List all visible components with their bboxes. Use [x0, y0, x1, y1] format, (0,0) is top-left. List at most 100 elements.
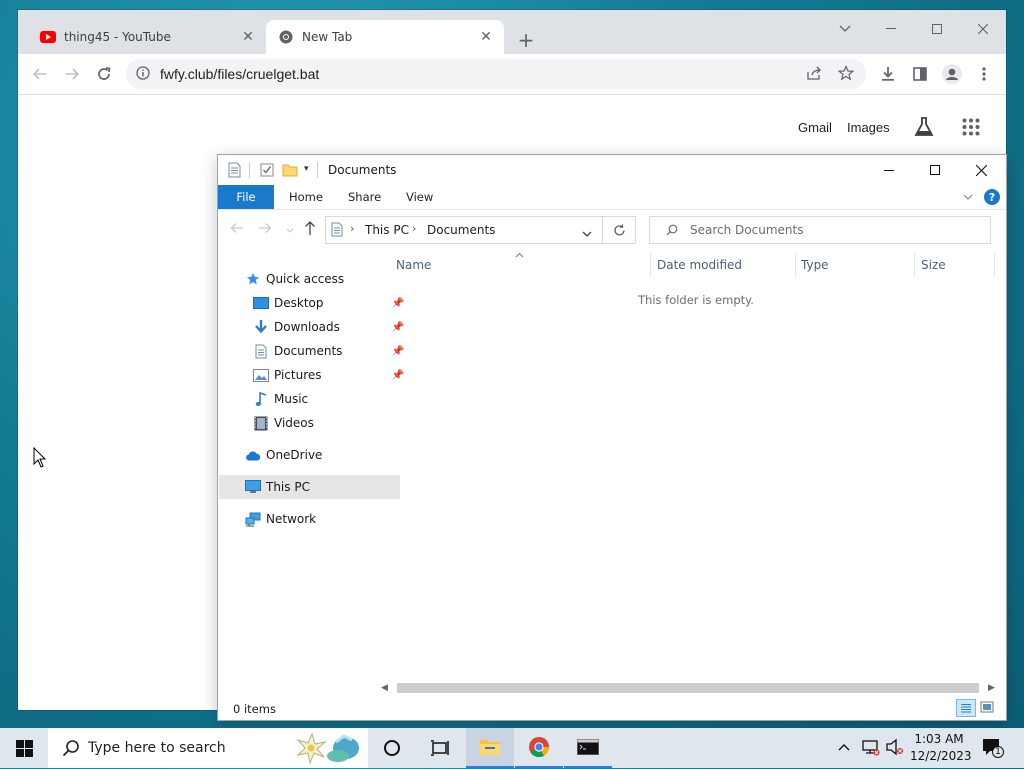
profile-avatar-icon[interactable] [938, 60, 966, 88]
close-window-button[interactable] [958, 155, 1004, 185]
help-icon[interactable]: ? [984, 189, 1000, 208]
ribbon-tab-view[interactable]: View [406, 185, 433, 209]
taskbar-chrome[interactable] [515, 728, 563, 768]
maximize-button[interactable] [912, 155, 958, 185]
back-arrow-icon[interactable] [230, 222, 244, 237]
quick-access-toolbar-dropdown-icon[interactable]: ▾ [304, 164, 309, 174]
tab-search-icon[interactable] [822, 14, 868, 44]
item-count: 0 items [233, 702, 276, 716]
documents-icon [252, 342, 270, 360]
column-header-type[interactable]: Type [801, 258, 829, 272]
content-pane [378, 249, 1006, 689]
status-bar: 0 items [218, 696, 1006, 720]
nav-onedrive[interactable]: OneDrive [219, 443, 400, 467]
new-tab-button[interactable]: + [512, 26, 540, 54]
volume-muted-icon[interactable] [886, 738, 904, 759]
up-arrow-icon[interactable] [304, 220, 316, 239]
refresh-icon [613, 224, 625, 235]
task-view-button[interactable] [416, 728, 464, 768]
column-divider[interactable] [994, 253, 995, 277]
column-divider[interactable] [795, 253, 796, 277]
ribbon-tab-share[interactable]: Share [348, 185, 381, 209]
task-view-icon [431, 740, 449, 756]
this-pc-small-icon [331, 222, 343, 240]
nav-this-pc[interactable]: This PC [219, 475, 400, 499]
start-button[interactable] [0, 728, 48, 768]
nav-network[interactable]: Network [219, 507, 400, 531]
search-icon [666, 224, 678, 239]
show-hidden-icons-chevron[interactable] [838, 740, 850, 754]
column-divider[interactable] [650, 253, 651, 277]
command-prompt-icon [577, 739, 599, 755]
large-icons-view-button[interactable] [980, 700, 994, 717]
taskbar-search-placeholder: Type here to search [88, 740, 226, 756]
apps-grid-icon[interactable] [962, 118, 980, 139]
menu-kebab-icon[interactable] [970, 60, 998, 88]
videos-film-icon [252, 414, 270, 432]
refresh-button[interactable] [603, 216, 636, 244]
recent-locations-chevron-icon[interactable] [286, 223, 294, 237]
notification-count-badge: 1 [995, 747, 1001, 757]
new-folder-icon[interactable] [282, 162, 298, 181]
star-icon [244, 270, 262, 288]
minimize-button[interactable] [866, 155, 912, 185]
tab-new-tab[interactable]: New Tab ✕ [266, 20, 504, 54]
clock-date[interactable]: 12/2/2023 [910, 749, 972, 763]
back-button[interactable] [26, 60, 54, 88]
column-header-size[interactable]: Size [921, 258, 946, 272]
column-header-name[interactable]: Name [396, 258, 431, 272]
cortana-circle-icon [384, 740, 400, 756]
column-header-date-modified[interactable]: Date modified [657, 258, 742, 272]
breadcrumb-separator-icon: › [350, 222, 355, 235]
share-icon[interactable] [806, 66, 822, 83]
download-icon[interactable] [874, 60, 902, 88]
taskbar-terminal[interactable] [564, 728, 612, 768]
gmail-link[interactable]: Gmail [798, 120, 832, 135]
tab-youtube[interactable]: thing45 - YouTube ✕ [28, 20, 266, 54]
horizontal-scrollbar[interactable]: ◀ ▶ [381, 681, 1001, 695]
bookmark-star-icon[interactable] [837, 65, 855, 84]
close-window-button[interactable] [960, 14, 1006, 44]
network-tray-icon[interactable] [862, 738, 880, 759]
nav-quick-access[interactable]: Quick access [219, 267, 400, 291]
downloads-arrow-icon [252, 318, 270, 336]
close-tab-icon[interactable]: ✕ [238, 27, 258, 47]
ribbon-tab-home[interactable]: Home [289, 185, 323, 209]
breadcrumb-documents[interactable]: Documents [427, 223, 495, 237]
nav-label: Documents [274, 344, 343, 358]
divider [317, 162, 318, 178]
search-input[interactable]: Search Documents [649, 216, 991, 244]
breadcrumb-this-pc[interactable]: This PC [365, 223, 409, 237]
onedrive-cloud-icon [244, 446, 262, 464]
scrollbar-thumb[interactable] [397, 683, 979, 693]
close-tab-icon[interactable]: ✕ [476, 27, 496, 47]
address-bar[interactable]: fwfy.club/files/cruelget.bat [126, 59, 866, 89]
breadcrumb-bar[interactable]: › This PC › Documents [325, 216, 603, 244]
chrome-icon [278, 29, 294, 45]
side-panel-icon[interactable] [906, 60, 934, 88]
taskbar-search-box[interactable]: Type here to search [48, 728, 368, 768]
column-divider[interactable] [914, 253, 915, 277]
search-highlight-icon[interactable] [294, 730, 366, 769]
images-link[interactable]: Images [847, 120, 890, 135]
clock-time[interactable]: 1:03 AM [912, 732, 966, 746]
expand-ribbon-chevron-icon[interactable] [963, 190, 973, 204]
taskbar-file-explorer[interactable] [466, 728, 514, 768]
nav-label: Desktop [274, 296, 324, 310]
details-view-button[interactable] [956, 699, 976, 717]
youtube-icon [40, 29, 56, 45]
minimize-button[interactable] [868, 14, 914, 44]
info-icon[interactable] [136, 66, 150, 83]
search-icon [62, 739, 80, 757]
properties-check-icon[interactable] [260, 163, 274, 180]
scroll-right-arrow-icon[interactable]: ▶ [988, 683, 995, 693]
forward-arrow-icon[interactable] [258, 222, 272, 237]
labs-flask-icon[interactable] [913, 116, 935, 141]
forward-button[interactable] [58, 60, 86, 88]
maximize-button[interactable] [914, 14, 960, 44]
task-view-cortana-button[interactable] [368, 728, 416, 768]
scroll-left-arrow-icon[interactable]: ◀ [381, 683, 388, 693]
address-dropdown-chevron-icon[interactable] [582, 227, 592, 241]
ribbon-tab-file[interactable]: File [218, 185, 274, 209]
reload-button[interactable] [90, 60, 118, 88]
